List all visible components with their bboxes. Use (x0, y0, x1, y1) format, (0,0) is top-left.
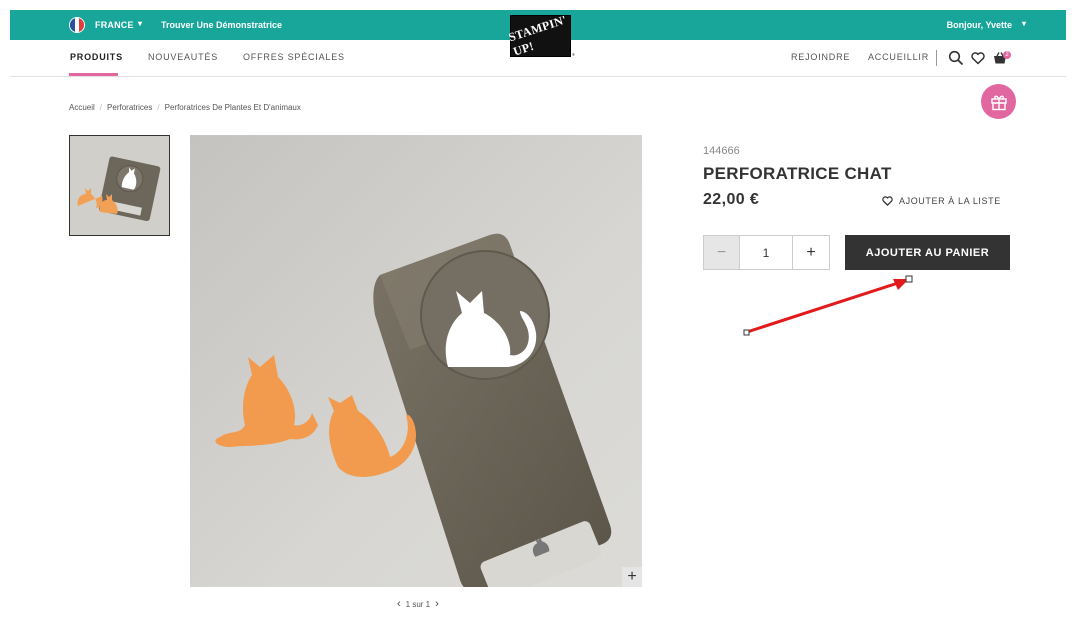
country-caret-icon[interactable]: ▾ (138, 19, 142, 28)
breadcrumb-home[interactable]: Accueil (69, 103, 95, 112)
annotation-end-handle (905, 275, 913, 283)
pager-text: 1 sur 1 (405, 599, 431, 609)
zoom-button[interactable]: + (622, 567, 642, 587)
nav-active-underline (69, 73, 118, 76)
breadcrumb-subcategory[interactable]: Perforatrices De Plantes Et D'animaux (165, 103, 301, 112)
quantity-stepper: − 1 + (703, 235, 830, 270)
account-greeting[interactable]: Bonjour, Yvette (947, 20, 1012, 30)
product-photo (215, 233, 612, 587)
country-selector[interactable]: FRANCE (95, 20, 134, 30)
main-nav: PRODUITS NOUVEAUTÉS OFFRES SPÉCIALES REJ… (10, 40, 1066, 77)
breadcrumb-separator: / (99, 103, 103, 112)
wishlist-heart-icon[interactable] (970, 50, 986, 66)
account-caret-icon[interactable]: ▾ (1022, 19, 1026, 28)
gift-icon (990, 95, 1007, 110)
breadcrumb-separator: / (157, 103, 160, 112)
page: FRANCE ▾ Trouver Une Démonstratrice Bonj… (0, 0, 1079, 626)
cart-count-badge: 2 (1003, 51, 1011, 59)
nav-join[interactable]: REJOINDRE (791, 52, 850, 62)
breadcrumb: Accueil / Perforatrices / Perforatrices De P… (69, 103, 301, 112)
product-title: PERFORATRICE CHAT (703, 164, 892, 183)
prev-image-icon[interactable]: ‹ (397, 598, 401, 610)
add-to-cart-button[interactable]: AJOUTER AU PANIER (845, 235, 1010, 270)
nav-divider (936, 50, 937, 66)
annotation-start-handle (743, 329, 750, 336)
nav-new[interactable]: NOUVEAUTÉS (148, 52, 218, 62)
search-icon[interactable] (948, 50, 964, 66)
heart-icon (882, 196, 893, 206)
gallery-pager: ‹ 1 sur 1 › (397, 598, 439, 610)
nav-products[interactable]: PRODUITS (70, 52, 123, 62)
thumbnail-image (70, 136, 169, 235)
nav-offers[interactable]: OFFRES SPÉCIALES (243, 52, 345, 62)
add-to-list-label: AJOUTER À LA LISTE (899, 196, 1001, 206)
product-price: 22,00 € (703, 191, 760, 208)
find-demonstrator-link[interactable]: Trouver Une Démonstratrice (161, 20, 282, 30)
product-thumbnail[interactable] (69, 135, 170, 236)
quantity-decrease-button[interactable]: − (704, 236, 740, 269)
next-image-icon[interactable]: › (435, 598, 439, 610)
quantity-input[interactable]: 1 (740, 236, 793, 269)
gift-button[interactable] (981, 84, 1016, 119)
quantity-increase-button[interactable]: + (793, 236, 829, 269)
breadcrumb-category[interactable]: Perforatrices (107, 103, 152, 112)
france-flag-icon[interactable] (69, 17, 85, 33)
add-to-list-button[interactable]: AJOUTER À LA LISTE (882, 196, 1001, 206)
nav-host[interactable]: ACCUEILLIR (868, 52, 929, 62)
product-main-image[interactable] (190, 135, 642, 587)
product-sku: 144666 (703, 145, 740, 157)
